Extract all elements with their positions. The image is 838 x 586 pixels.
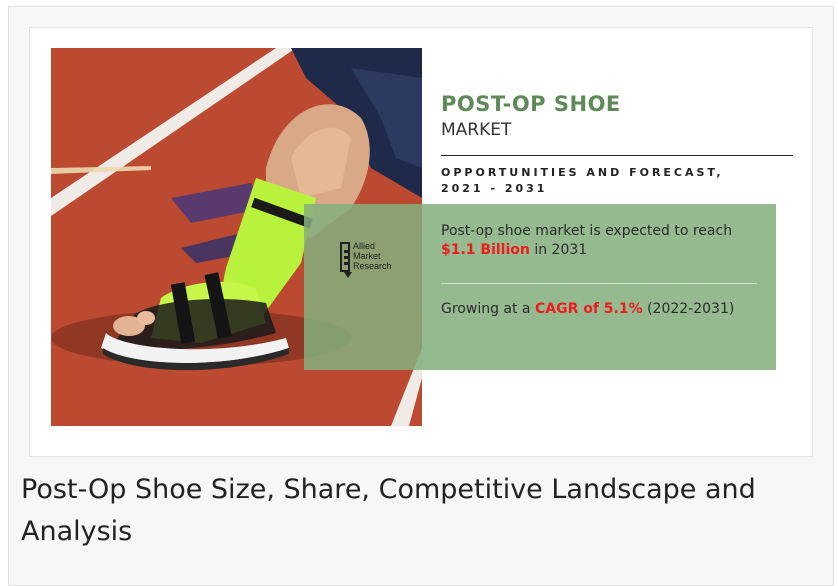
title-divider [441,155,793,156]
logo-icon [340,242,352,278]
article-caption-link[interactable]: Post-Op Shoe Size, Share, Competitive La… [21,469,827,553]
logo-line-3: Research [353,261,392,271]
logo-wordmark: Allied Market Research [353,241,392,271]
growth-value: CAGR of 5.1% [534,301,643,317]
stats-divider [441,283,757,284]
section-heading: OPPORTUNITIES AND FORECAST, 2021 - 2031 [441,165,793,197]
infographic-card[interactable]: POST-OP SHOE MARKET OPPORTUNITIES AND FO… [29,27,813,457]
growth-suffix: (2022-2031) [642,301,735,317]
report-title: POST-OP SHOE [441,92,621,116]
stats-overlay: Allied Market Research Post-op shoe mark… [304,204,776,370]
section-heading-line-2: 2021 - 2031 [441,182,548,195]
article-card-container: POST-OP SHOE MARKET OPPORTUNITIES AND FO… [8,6,834,586]
growth-stat: Growing at a CAGR of 5.1% (2022-2031) [441,300,751,319]
market-size-stat: Post-op shoe market is expected to reach… [441,222,766,260]
logo-line-1: Allied [353,241,376,251]
market-size-suffix: in 2031 [529,242,588,258]
market-size-value: $1.1 Billion [441,242,530,258]
logo-line-2: Market [353,251,381,261]
growth-text: Growing at a [441,301,535,317]
section-heading-line-1: OPPORTUNITIES AND FORECAST, [441,166,724,179]
report-subtitle: MARKET [441,120,512,140]
brand-logo: Allied Market Research [340,240,420,278]
market-size-text: Post-op shoe market is expected to reach [441,223,733,239]
